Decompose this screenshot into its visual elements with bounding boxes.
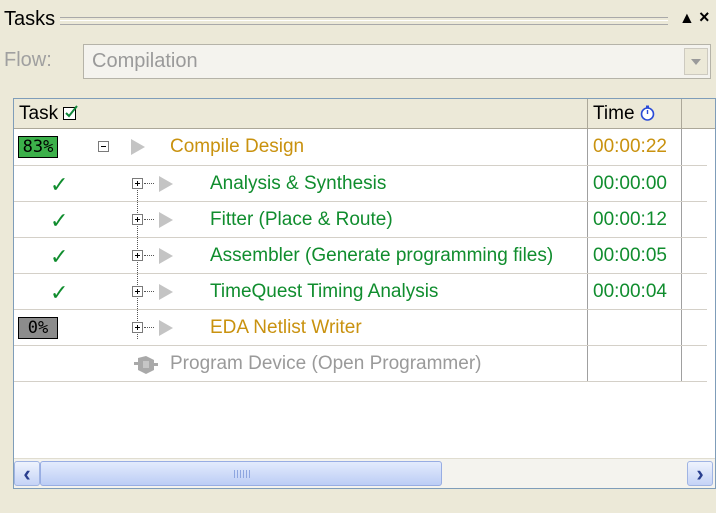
task-row-compile-design[interactable]: 83% Compile Design 00:00:22 xyxy=(14,129,707,165)
close-icon[interactable]: × xyxy=(699,7,710,28)
task-row-analysis-synthesis[interactable]: ✓ Analysis & Synthesis 00:00:00 xyxy=(14,166,707,202)
task-name: Analysis & Synthesis xyxy=(210,173,387,194)
chevron-down-icon xyxy=(691,58,701,65)
expand-icon[interactable] xyxy=(132,286,143,297)
column-header-time[interactable]: Time xyxy=(588,99,682,129)
task-name: TimeQuest Timing Analysis xyxy=(210,281,439,302)
play-icon[interactable] xyxy=(159,284,173,300)
tasks-title-bar: Tasks ▲ × xyxy=(0,0,716,38)
dropdown-arrow-button[interactable] xyxy=(684,48,708,75)
checkmark-icon: ✓ xyxy=(50,208,69,233)
expand-icon[interactable] xyxy=(132,214,143,225)
stopwatch-icon xyxy=(640,105,655,121)
tree-connector xyxy=(144,327,154,329)
window-title: Tasks xyxy=(4,8,56,30)
play-icon[interactable] xyxy=(159,248,173,264)
task-name: Compile Design xyxy=(170,136,305,157)
play-icon[interactable] xyxy=(159,176,173,192)
tree-connector xyxy=(144,255,154,257)
thumb-grip xyxy=(234,470,250,478)
time-column-label: Time xyxy=(593,103,635,124)
flow-selected-value: Compilation xyxy=(92,50,198,72)
arrow-right-icon: › xyxy=(696,460,704,486)
arrow-left-icon: ‹ xyxy=(23,460,31,486)
pin-icon[interactable]: ▲ xyxy=(679,10,695,28)
scrollbar-thumb[interactable] xyxy=(40,461,442,486)
checkbox-check-icon xyxy=(63,105,79,120)
programmer-device-icon[interactable] xyxy=(134,354,158,376)
task-name: EDA Netlist Writer xyxy=(210,317,362,338)
task-row-assembler[interactable]: ✓ Assembler (Generate programming files)… xyxy=(14,238,707,274)
title-grip[interactable] xyxy=(60,17,668,25)
checkmark-icon: ✓ xyxy=(50,244,69,269)
task-time: 00:00:22 xyxy=(593,136,667,157)
column-header-spacer xyxy=(682,99,715,129)
checkmark-icon: ✓ xyxy=(50,280,69,305)
task-time: 00:00:12 xyxy=(593,209,667,230)
progress-badge: 0% xyxy=(18,317,58,339)
scroll-right-button[interactable]: › xyxy=(687,461,713,486)
task-row-eda-netlist-writer[interactable]: 0% EDA Netlist Writer xyxy=(14,310,707,346)
play-icon[interactable] xyxy=(159,212,173,228)
play-icon[interactable] xyxy=(159,320,173,336)
checkmark-icon: ✓ xyxy=(50,172,69,197)
collapse-icon[interactable] xyxy=(98,141,109,152)
task-name: Assembler (Generate programming files) xyxy=(210,245,554,266)
expand-icon[interactable] xyxy=(132,250,143,261)
task-tree-panel: Task Time 83% Compile Design 00:00:22 ✓ … xyxy=(13,98,716,489)
tree-connector xyxy=(144,219,154,221)
task-time: 00:00:00 xyxy=(593,173,667,194)
tree-connector xyxy=(144,183,154,185)
task-row-fitter[interactable]: ✓ Fitter (Place & Route) 00:00:12 xyxy=(14,202,707,238)
task-row-program-device[interactable]: Program Device (Open Programmer) xyxy=(14,346,707,382)
flow-label: Flow: xyxy=(4,49,52,71)
task-time: 00:00:04 xyxy=(593,281,667,302)
expand-icon[interactable] xyxy=(132,178,143,189)
task-name: Program Device (Open Programmer) xyxy=(170,353,482,374)
tree-connector xyxy=(144,291,154,293)
flow-dropdown[interactable]: Compilation xyxy=(83,44,711,79)
scroll-left-button[interactable]: ‹ xyxy=(14,461,40,486)
column-header-row: Task Time xyxy=(14,99,715,129)
progress-badge: 83% xyxy=(18,136,58,158)
task-row-timequest[interactable]: ✓ TimeQuest Timing Analysis 00:00:04 xyxy=(14,274,707,310)
horizontal-scrollbar[interactable]: ‹ › xyxy=(14,458,715,488)
expand-icon[interactable] xyxy=(132,322,143,333)
play-icon[interactable] xyxy=(131,139,145,155)
task-time: 00:00:05 xyxy=(593,245,667,266)
column-header-task[interactable]: Task xyxy=(14,99,588,129)
task-column-label: Task xyxy=(19,103,59,124)
task-name: Fitter (Place & Route) xyxy=(210,209,393,230)
